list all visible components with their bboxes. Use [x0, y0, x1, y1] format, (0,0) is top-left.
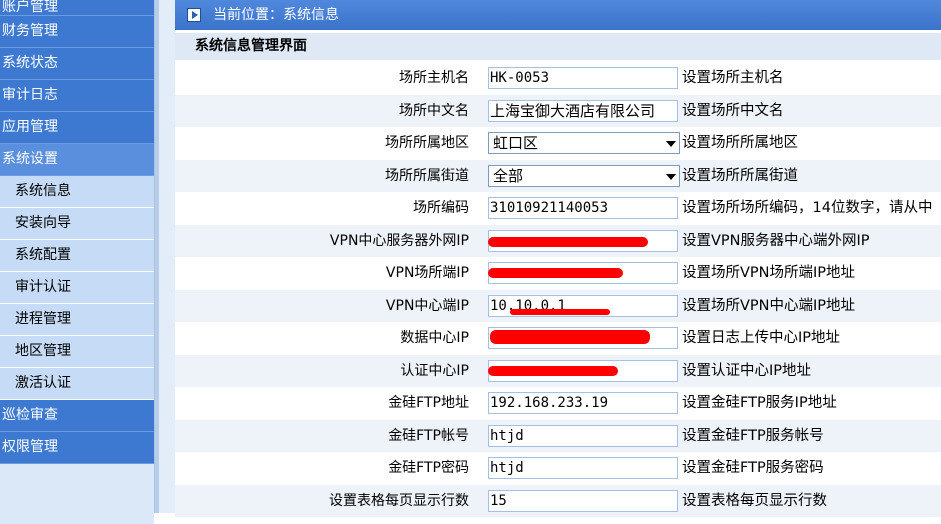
form-row-vpn-site-ip: VPN场所端IP 设置场所VPN场所端IP地址 — [175, 257, 941, 290]
field-label: 金硅FTP密码 — [388, 460, 469, 476]
field-description: 设置金硅FTP服务IP地址 — [682, 395, 837, 411]
location-bar: 当前位置：系统信息 — [175, 0, 941, 30]
sidebar-item-system-settings[interactable]: 系统设置 — [0, 144, 154, 176]
region-select[interactable]: 虹口区 — [488, 132, 680, 154]
field-label: 场所所属地区 — [385, 135, 469, 151]
form-row-data-center-ip: 数据中心IP 设置日志上传中心IP地址 — [175, 322, 941, 355]
ftp-password-input[interactable]: htjd — [488, 457, 678, 479]
field-label: 金硅FTP帐号 — [388, 427, 469, 444]
field-description: 设置金硅FTP服务帐号 — [682, 427, 824, 444]
field-description: 设置场所VPN中心端IP地址 — [682, 297, 856, 314]
redaction-mark — [510, 308, 610, 315]
redaction-mark — [488, 236, 648, 247]
sidebar-subitem-process-management[interactable]: 进程管理 — [0, 304, 154, 336]
form-row-ftp-account: 金硅FTP帐号 htjd 设置金硅FTP服务帐号 — [175, 419, 941, 452]
system-info-form: 场所主机名 HK-0053 设置场所主机名 场所中文名 上海宝御大酒店有限公司 … — [175, 62, 941, 517]
sidebar-item-audit-log[interactable]: 审计日志 — [0, 80, 154, 112]
field-description: 设置场所所属地区 — [682, 135, 798, 151]
field-description: 设置场所所属街道 — [682, 167, 798, 184]
form-row-host-name: 场所主机名 HK-0053 设置场所主机名 — [175, 62, 941, 95]
region-select-value: 虹口区 — [493, 134, 539, 152]
field-description: 设置表格每页显示行数 — [682, 492, 827, 509]
sidebar-filler — [0, 464, 154, 524]
sidebar: 账户管理 财务管理 系统状态 审计日志 应用管理 系统设置 系统信息 安装向导 … — [0, 0, 155, 524]
field-description: 设置场所VPN场所端IP地址 — [682, 265, 856, 281]
field-label: 场所中文名 — [399, 102, 469, 119]
field-label: 认证中心IP — [400, 362, 469, 379]
ftp-account-input[interactable]: htjd — [488, 424, 678, 447]
sidebar-divider[interactable] — [155, 0, 159, 513]
sidebar-subitem-system-info[interactable]: 系统信息 — [0, 176, 154, 208]
field-label: 场所所属街道 — [385, 167, 469, 184]
field-label: 场所主机名 — [399, 70, 469, 86]
form-row-rows-per-page: 设置表格每页显示行数 15 设置表格每页显示行数 — [175, 484, 941, 517]
form-row-region: 场所所属地区 虹口区 设置场所所属地区 — [175, 127, 941, 160]
field-description: 设置日志上传中心IP地址 — [682, 330, 841, 346]
field-label: 数据中心IP — [400, 330, 469, 346]
chevron-down-icon — [666, 173, 676, 180]
sidebar-subitem-install-wizard[interactable]: 安装向导 — [0, 208, 154, 240]
rows-per-page-input[interactable]: 15 — [488, 489, 678, 512]
field-label: 设置表格每页显示行数 — [329, 492, 469, 509]
form-row-ftp-password: 金硅FTP密码 htjd 设置金硅FTP服务密码 — [175, 452, 941, 485]
ftp-address-input[interactable]: 192.168.233.19 — [488, 392, 678, 414]
form-row-vpn-center-ip: VPN中心端IP 10.10.0.1 设置场所VPN中心端IP地址 — [175, 289, 941, 322]
sidebar-subitem-system-config[interactable]: 系统配置 — [0, 240, 154, 272]
field-label: 场所编码 — [413, 200, 469, 216]
page-title: 系统信息管理界面 — [175, 33, 941, 60]
chinese-name-input[interactable]: 上海宝御大酒店有限公司 — [488, 99, 678, 122]
redaction-mark — [488, 268, 623, 278]
sidebar-item-system-status[interactable]: 系统状态 — [0, 48, 154, 80]
form-row-site-code: 场所编码 31010921140053 设置场所场所编码，14位数字，请从中 — [175, 192, 941, 225]
field-description: 设置场所中文名 — [682, 102, 784, 119]
sidebar-item-permissions[interactable]: 权限管理 — [0, 432, 154, 464]
field-label: VPN场所端IP — [385, 265, 469, 281]
location-arrow-icon — [187, 8, 201, 22]
site-code-input[interactable]: 31010921140053 — [488, 197, 678, 219]
sidebar-subitem-audit-auth[interactable]: 审计认证 — [0, 272, 154, 304]
sidebar-item-app-management[interactable]: 应用管理 — [0, 112, 154, 144]
field-description: 设置认证中心IP地址 — [682, 362, 812, 379]
field-label: 金硅FTP地址 — [388, 395, 469, 411]
sidebar-subitem-region-management[interactable]: 地区管理 — [0, 336, 154, 368]
sidebar-item-finance[interactable]: 财务管理 — [0, 16, 154, 48]
redaction-mark — [488, 365, 618, 376]
form-row-auth-center-ip: 认证中心IP 设置认证中心IP地址 — [175, 354, 941, 387]
field-description: 设置场所场所编码，14位数字，请从中 — [682, 200, 933, 216]
field-label: VPN中心服务器外网IP — [329, 232, 469, 249]
chevron-down-icon — [666, 141, 676, 147]
form-row-street: 场所所属街道 全部 设置场所所属街道 — [175, 159, 941, 192]
form-row-chinese-name: 场所中文名 上海宝御大酒店有限公司 设置场所中文名 — [175, 94, 941, 127]
sidebar-subitem-activation[interactable]: 激活认证 — [0, 368, 154, 400]
field-description: 设置场所主机名 — [682, 70, 784, 86]
field-label: VPN中心端IP — [385, 297, 469, 314]
street-select[interactable]: 全部 — [488, 164, 680, 187]
field-description: 设置金硅FTP服务密码 — [682, 460, 824, 476]
street-select-value: 全部 — [493, 166, 524, 185]
breadcrumb: 当前位置：系统信息 — [213, 7, 339, 23]
sidebar-item-inspection[interactable]: 巡检审查 — [0, 400, 154, 432]
redaction-mark — [490, 330, 650, 344]
field-description: 设置VPN服务器中心端外网IP — [682, 232, 870, 249]
sidebar-item-account[interactable]: 账户管理 — [0, 0, 154, 16]
host-name-input[interactable]: HK-0053 — [488, 67, 678, 89]
form-row-ftp-address: 金硅FTP地址 192.168.233.19 设置金硅FTP服务IP地址 — [175, 387, 941, 420]
form-row-vpn-server-ip: VPN中心服务器外网IP 设置VPN服务器中心端外网IP — [175, 224, 941, 257]
